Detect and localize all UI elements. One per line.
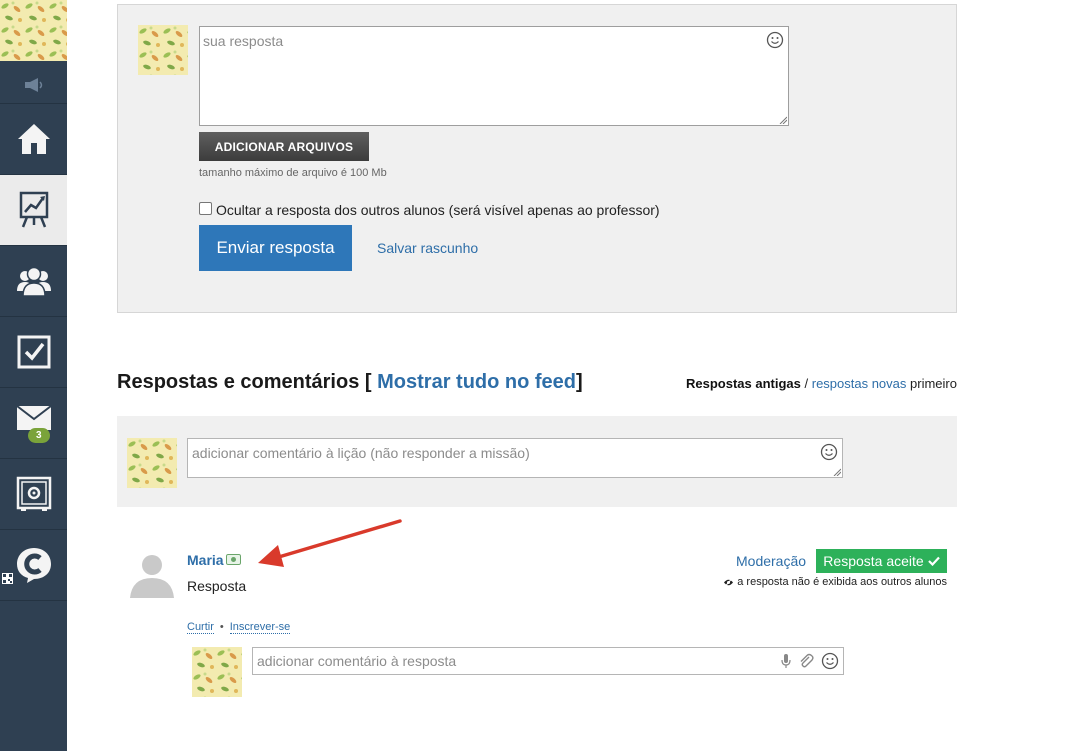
sort-order: Respostas antigas / respostas novas prim… (686, 376, 957, 391)
hidden-answer-note: a resposta não é exibida aos outros alun… (723, 576, 947, 588)
user-avatar-thumbnail[interactable] (0, 0, 67, 61)
bracket-open: [ (364, 371, 372, 393)
paperclip-icon[interactable] (798, 653, 814, 669)
eye-slash-icon (724, 577, 734, 587)
reply-tools (781, 652, 839, 670)
sort-suffix: primeiro (910, 376, 957, 391)
microphone-icon[interactable] (781, 653, 791, 669)
my-avatar-thumbnail (138, 25, 188, 75)
chart-board-icon (19, 191, 48, 228)
like-link[interactable]: Curtir (187, 621, 214, 634)
resize-handle-icon[interactable] (833, 468, 841, 476)
comments-heading: Respostas e comentários [ Mostrar tudo n… (117, 371, 583, 394)
answer-text: Resposta (187, 578, 247, 594)
home-icon (17, 124, 50, 154)
answer-textarea[interactable]: sua resposta (199, 26, 789, 126)
sidebar-item-brand[interactable] (0, 530, 67, 601)
add-files-button[interactable]: ADICIONAR ARQUIVOS (199, 132, 369, 161)
file-size-note: tamanho máximo de arquivo é 100 Mb (199, 167, 387, 179)
send-answer-button[interactable]: Enviar resposta (199, 225, 352, 271)
check-icon (927, 556, 940, 566)
resize-handle-icon[interactable] (779, 116, 787, 124)
answer-accepted-button[interactable]: Resposta aceite (816, 549, 947, 573)
emoji-icon[interactable] (820, 443, 838, 461)
checkbox-icon (17, 335, 50, 369)
answer-accepted-label: Resposta aceite (823, 553, 924, 569)
sidebar-item-tasks[interactable] (0, 317, 67, 388)
my-avatar-thumbnail (127, 438, 177, 488)
sidebar-item-lessons[interactable] (0, 175, 67, 246)
annotation-arrow (258, 519, 402, 567)
moderation-link[interactable]: Moderação (736, 553, 806, 569)
lesson-comment-panel: adicionar comentário à lição (não respon… (117, 416, 957, 507)
emoji-icon[interactable] (821, 652, 839, 670)
answer-comment-input[interactable]: adicionar comentário à resposta (252, 647, 844, 675)
student-card-icon (226, 554, 241, 565)
safe-icon (16, 476, 51, 511)
hide-answer-checkbox[interactable] (199, 202, 212, 215)
show-all-in-feed-link[interactable]: Mostrar tudo no feed (377, 371, 576, 393)
sort-old-option[interactable]: Respostas antigas (686, 376, 801, 391)
sidebar-item-vault[interactable] (0, 459, 67, 530)
bracket-close: ] (576, 371, 583, 393)
sidebar-item-messages[interactable]: 3 (0, 388, 67, 459)
unread-badge: 3 (28, 428, 50, 443)
answer-author-name[interactable]: Maria (187, 552, 224, 568)
save-draft-link[interactable]: Salvar rascunho (377, 240, 478, 256)
my-avatar-thumbnail (192, 647, 242, 697)
answer-placeholder: sua resposta (203, 33, 284, 49)
sort-new-option[interactable]: respostas novas (812, 376, 907, 391)
sidebar-item-groups[interactable] (0, 246, 67, 317)
lesson-comment-placeholder: adicionar comentário à lição (não respon… (192, 445, 530, 461)
lesson-comment-input[interactable]: adicionar comentário à lição (não respon… (187, 438, 843, 478)
hide-answer-label[interactable]: Ocultar a resposta dos outros alunos (se… (216, 202, 660, 218)
announcement-button[interactable] (0, 66, 67, 104)
sort-separator: / (804, 376, 809, 391)
group-icon (16, 266, 51, 297)
actions-separator: • (219, 621, 224, 633)
c-chat-icon (16, 548, 51, 583)
hidden-answer-text: a resposta não é exibida aos outros alun… (737, 576, 947, 588)
default-user-avatar[interactable] (127, 548, 177, 598)
answer-comment-placeholder: adicionar comentário à resposta (257, 653, 457, 669)
answer-actions: Curtir • Inscrever-se (187, 621, 291, 634)
emoji-icon[interactable] (766, 31, 784, 49)
comments-title-text: Respostas e comentários (117, 371, 360, 393)
megaphone-icon (24, 77, 42, 92)
answer-form-panel: sua resposta ADICIONAR ARQUIVOS tamanho … (117, 4, 957, 313)
subscribe-link[interactable]: Inscrever-se (229, 621, 291, 634)
sidebar: 3 (0, 0, 67, 751)
sidebar-item-home[interactable] (0, 104, 67, 175)
qr-code-icon[interactable] (2, 573, 13, 584)
